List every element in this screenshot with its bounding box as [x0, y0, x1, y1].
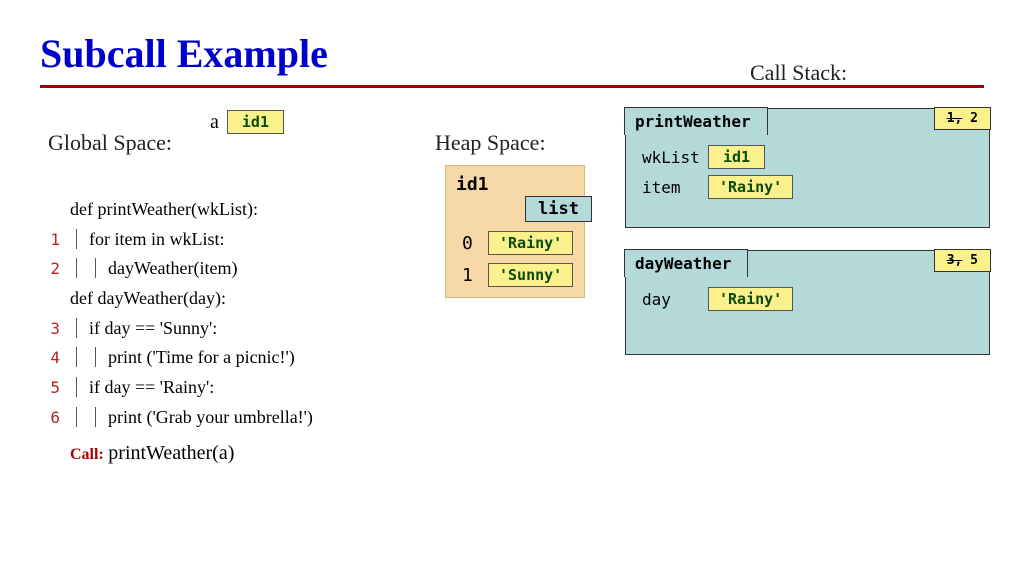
line-number: 2: [40, 256, 60, 282]
frame-var: day 'Rainy': [642, 287, 981, 311]
frame-name: printWeather: [624, 107, 768, 135]
heap-object-id: id1: [452, 172, 578, 197]
global-var-value: id1: [227, 110, 284, 134]
code-text: for item in wkList:: [89, 229, 224, 249]
heap-object-type: list: [525, 196, 592, 222]
code-text: dayWeather(item): [108, 258, 237, 278]
frame-var-name: item: [642, 178, 698, 197]
heap-slot-value: 'Rainy': [488, 231, 573, 255]
call-expression: printWeather(a): [108, 442, 234, 464]
frame-var-value: id1: [708, 145, 765, 169]
heap-slot-value: 'Sunny': [488, 263, 573, 287]
frame-step: 1, 2: [934, 107, 991, 130]
line-number: 4: [40, 345, 60, 371]
frame-var-value: 'Rainy': [708, 175, 793, 199]
heap-object: id1 list 0 'Rainy' 1 'Sunny': [445, 165, 585, 298]
call-label: Call:: [70, 446, 104, 463]
code-text: print ('Time for a picnic!'): [108, 347, 295, 367]
heap-space-heading: Heap Space:: [435, 130, 546, 156]
frame-var: wkList id1: [642, 145, 981, 169]
heap-slot: 0 'Rainy': [452, 231, 578, 255]
code-text: if day == 'Sunny':: [89, 318, 217, 338]
code-text: if day == 'Rainy':: [89, 377, 214, 397]
line-number: 6: [40, 405, 60, 431]
frame-var-name: day: [642, 290, 698, 309]
line-number: 1: [40, 227, 60, 253]
code-text: def printWeather(wkList):: [70, 199, 258, 219]
heap-slot: 1 'Sunny': [452, 263, 578, 287]
stack-frame-dayweather: dayWeather 3, 5 day 'Rainy': [625, 250, 990, 355]
frame-var: item 'Rainy': [642, 175, 981, 199]
heap-slot-index: 0: [462, 233, 478, 254]
line-number: 5: [40, 375, 60, 401]
heap-slot-index: 1: [462, 265, 478, 286]
frame-name: dayWeather: [624, 249, 748, 277]
global-space-heading: Global Space:: [48, 130, 172, 156]
frame-step: 3, 5: [934, 249, 991, 272]
code-text: print ('Grab your umbrella!'): [108, 407, 313, 427]
frame-var-name: wkList: [642, 148, 698, 167]
line-number: 3: [40, 316, 60, 342]
code-block: def printWeather(wkList): 1 for item in w…: [40, 195, 313, 470]
stack-frame-printweather: printWeather 1, 2 wkList id1 item 'Rainy…: [625, 108, 990, 228]
callstack-heading: Call Stack:: [750, 60, 847, 86]
code-text: def dayWeather(day):: [70, 288, 226, 308]
frame-var-value: 'Rainy': [708, 287, 793, 311]
global-var-name: a: [210, 111, 219, 134]
global-variable: a id1: [210, 110, 284, 134]
